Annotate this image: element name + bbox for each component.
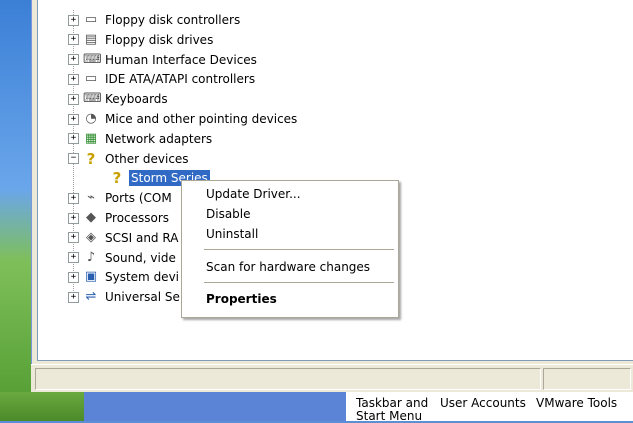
expand-icon[interactable]: + <box>68 34 79 46</box>
mouse-icon: ◔ <box>85 111 97 126</box>
tree-item[interactable]: + ⌨ Human Interface Devices <box>68 50 259 70</box>
menu-update-driver[interactable]: Update Driver... <box>183 184 395 204</box>
expand-icon[interactable]: + <box>68 54 79 66</box>
expand-icon[interactable]: + <box>68 232 79 244</box>
status-bar <box>31 364 633 393</box>
tree-item-label: Other devices <box>105 151 189 166</box>
tree-item-label: Mice and other pointing devices <box>105 112 298 126</box>
expand-icon[interactable]: + <box>68 252 79 264</box>
processor-icon: ◆ <box>86 210 96 225</box>
tree-item[interactable]: + ◔ Mice and other pointing devices <box>68 109 299 129</box>
keyboard-icon: ⌨ <box>83 91 102 107</box>
user-accounts-item[interactable]: User Accounts <box>440 397 526 410</box>
tree-item[interactable]: + ▭ Floppy disk controllers <box>68 10 242 30</box>
expand-icon[interactable]: + <box>68 93 79 105</box>
system-device-icon: ▣ <box>84 269 98 285</box>
desktop-background-bottom <box>0 392 84 421</box>
expand-icon[interactable]: + <box>68 113 79 125</box>
menu-disable[interactable]: Disable <box>183 204 395 224</box>
tree-item[interactable]: + ▦ Network adapters <box>68 129 214 149</box>
expand-icon[interactable]: + <box>68 192 79 204</box>
expand-icon[interactable]: + <box>68 73 79 85</box>
collapse-icon[interactable]: − <box>68 153 79 165</box>
sound-icon: ♪ <box>86 249 96 265</box>
usb-icon: ⇌ <box>85 289 97 305</box>
menu-uninstall[interactable]: Uninstall <box>183 224 395 244</box>
unknown-device-icon: ? <box>86 149 96 168</box>
expand-icon[interactable]: + <box>68 14 79 26</box>
menu-scan-hardware[interactable]: Scan for hardware changes <box>183 257 395 277</box>
tree-item-label: Ports (COM <box>105 191 172 206</box>
tree-item[interactable]: + ▣ System devi <box>68 267 181 287</box>
tree-item-label: System devi <box>105 270 179 285</box>
menu-properties[interactable]: Properties <box>183 289 395 309</box>
tree-item-label: Floppy disk controllers <box>105 13 241 27</box>
tree-item[interactable]: −? Other devices <box>68 149 191 169</box>
tree-item-label: Processors <box>105 211 170 225</box>
tree-item-label: Universal Se <box>105 290 180 305</box>
control-panel-sidebar <box>84 392 346 421</box>
tree-item-label: Floppy disk drives <box>105 32 214 47</box>
expand-icon[interactable]: + <box>68 133 79 145</box>
tree-item[interactable]: + ♪ Sound, vide <box>68 248 178 268</box>
unknown-device-warning-icon: ? <box>112 169 122 188</box>
hid-icon: ⌨ <box>83 51 102 67</box>
tree-item-label: Keyboards <box>105 92 168 107</box>
status-cell-secondary <box>543 368 631 390</box>
taskbar-start-menu-item[interactable]: Taskbar and Start Menu <box>356 397 428 423</box>
vmware-tools-item[interactable]: VMware Tools <box>536 397 617 410</box>
scsi-icon: ◈ <box>86 229 96 245</box>
ide-controller-icon: ▭ <box>84 71 98 87</box>
tree-item[interactable]: + ⌁ Ports (COM <box>68 188 174 208</box>
status-cell-main <box>35 368 541 390</box>
tree-item[interactable]: + ◆ Processors <box>68 208 171 228</box>
tree-item-label: Sound, vide <box>105 250 176 265</box>
tree-item[interactable]: + ▤ Floppy disk drives <box>68 30 215 50</box>
expand-icon[interactable]: + <box>68 212 79 224</box>
tree-item[interactable]: + ◈ SCSI and RA <box>68 228 180 248</box>
tree-item-label: IDE ATA/ATAPI controllers <box>105 72 256 87</box>
floppy-controller-icon: ▭ <box>84 12 98 27</box>
tree-item-label: Human Interface Devices <box>105 52 257 67</box>
menu-separator <box>204 249 394 250</box>
context-menu: Update Driver... Disable Uninstall Scan … <box>181 180 399 318</box>
port-icon: ⌁ <box>87 190 95 206</box>
taskbar-label-line2: Start Menu <box>356 409 423 423</box>
network-adapter-icon: ▦ <box>84 130 98 146</box>
tree-item[interactable]: + ⇌ Universal Se <box>68 287 182 307</box>
tree-item[interactable]: + ▭ IDE ATA/ATAPI controllers <box>68 69 257 89</box>
tree-item[interactable]: + ⌨ Keyboards <box>68 89 170 109</box>
expand-icon[interactable]: + <box>68 271 79 283</box>
floppy-drive-icon: ▤ <box>84 31 98 47</box>
expand-icon[interactable]: + <box>68 291 79 303</box>
tree-item-label: SCSI and RA <box>105 230 179 245</box>
menu-separator <box>204 282 394 283</box>
tree-item-label: Network adapters <box>105 131 213 146</box>
